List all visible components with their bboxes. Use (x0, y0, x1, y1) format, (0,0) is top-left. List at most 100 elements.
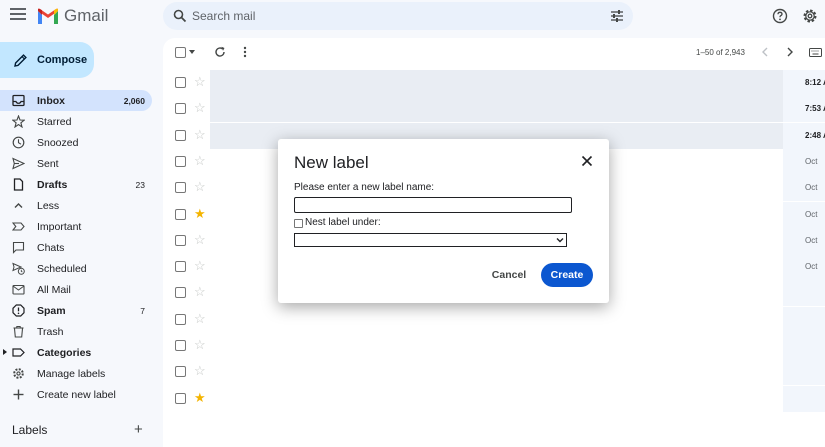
create-button[interactable]: Create (541, 263, 593, 287)
cancel-button[interactable]: Cancel (484, 263, 534, 287)
sidebar-item-sent[interactable]: Sent (0, 153, 155, 174)
sidebar-item-label: Spam (37, 304, 66, 317)
sidebar-item-label: Snoozed (37, 136, 79, 149)
table-row[interactable]: ☆ 8:12 A (163, 70, 825, 96)
row-checkbox[interactable] (175, 313, 186, 325)
star-outline-icon[interactable]: ☆ (194, 285, 206, 299)
sidebar-item-snoozed[interactable]: Snoozed (0, 132, 155, 153)
row-content[interactable] (210, 96, 783, 123)
brand-name: Gmail (64, 6, 109, 25)
row-checkbox[interactable] (175, 366, 186, 378)
row-date-area[interactable] (783, 227, 825, 254)
star-outline-icon[interactable]: ☆ (194, 311, 206, 326)
row-date-area[interactable] (783, 148, 825, 175)
row-content[interactable] (210, 333, 783, 359)
row-time: 2:48 A (805, 130, 825, 140)
search-icon[interactable] (173, 9, 187, 23)
compose-label: Compose (37, 54, 88, 66)
row-content[interactable] (210, 385, 783, 412)
row-time: Oct (805, 183, 818, 193)
add-label-plus-icon[interactable]: + (134, 422, 143, 437)
row-checkbox[interactable] (175, 234, 186, 246)
row-checkbox[interactable] (175, 208, 186, 220)
select-dropdown-icon[interactable] (189, 50, 195, 54)
select-all-checkbox[interactable] (175, 47, 186, 58)
sidebar-item-less[interactable]: Less (0, 195, 155, 216)
row-date-area[interactable] (783, 175, 825, 202)
star-filled-icon[interactable]: ★ (194, 206, 206, 221)
star-outline-icon[interactable]: ☆ (194, 75, 206, 89)
label-icon (12, 348, 25, 357)
star-outline-icon[interactable]: ☆ (194, 101, 206, 115)
sidebar-item-starred[interactable]: Starred (0, 111, 155, 132)
refresh-icon[interactable] (214, 46, 226, 58)
gmail-logo[interactable]: Gmail (37, 6, 108, 26)
row-date-area[interactable] (783, 359, 825, 386)
sidebar-item-scheduled[interactable]: Scheduled (0, 258, 155, 279)
chevron-right-icon[interactable] (786, 47, 794, 57)
search-bar[interactable] (163, 2, 633, 30)
row-checkbox[interactable] (175, 155, 186, 167)
keyboard-icon[interactable] (809, 48, 822, 57)
sidebar-item-categories[interactable]: Categories (0, 342, 155, 363)
row-checkbox[interactable] (175, 129, 186, 141)
table-row[interactable]: ☆ (163, 333, 825, 359)
sidebar-item-label: Starred (37, 115, 72, 128)
row-date-area[interactable] (783, 306, 825, 333)
row-checkbox[interactable] (175, 392, 186, 404)
table-row[interactable]: ☆ 7:53 A (163, 96, 825, 123)
star-outline-icon[interactable]: ☆ (194, 232, 206, 247)
sidebar-item-manage-labels[interactable]: Manage labels (0, 363, 155, 384)
chevron-left-icon[interactable] (761, 47, 769, 57)
parent-label-select[interactable] (294, 233, 567, 247)
star-outline-icon[interactable]: ☆ (194, 153, 206, 168)
search-input[interactable] (192, 6, 592, 26)
chevron-down-icon (556, 238, 564, 243)
row-date-area[interactable] (783, 385, 825, 412)
row-date-area[interactable] (783, 280, 825, 307)
compose-button[interactable]: Compose (0, 42, 94, 78)
row-content[interactable] (210, 70, 783, 96)
sidebar-item-label: Sent (37, 157, 59, 170)
sidebar-item-all-mail[interactable]: All Mail (0, 279, 155, 300)
row-checkbox[interactable] (175, 340, 186, 351)
expand-arrow-icon[interactable] (3, 349, 7, 355)
row-date-area[interactable] (783, 201, 825, 228)
main-menu-icon[interactable] (10, 8, 26, 22)
close-icon[interactable] (581, 155, 593, 167)
star-outline-icon[interactable]: ☆ (194, 180, 206, 194)
row-date-area[interactable] (783, 333, 825, 359)
chevron-up-icon (14, 203, 23, 208)
table-row[interactable]: ☆ (163, 306, 825, 333)
spam-count: 7 (140, 305, 145, 316)
row-date-area[interactable] (783, 254, 825, 281)
more-vert-icon[interactable] (243, 46, 247, 58)
star-outline-icon[interactable]: ☆ (194, 364, 206, 378)
table-row[interactable]: ★ (163, 385, 825, 412)
search-options-icon[interactable] (610, 9, 624, 23)
sidebar-item-important[interactable]: Important (0, 216, 155, 237)
row-checkbox[interactable] (175, 77, 186, 88)
row-content[interactable] (210, 306, 783, 333)
row-checkbox[interactable] (175, 103, 186, 115)
sidebar-item-spam[interactable]: Spam 7 (0, 300, 155, 321)
sidebar-item-inbox[interactable]: Inbox 2,060 (0, 90, 152, 111)
row-checkbox[interactable] (175, 182, 186, 194)
table-row[interactable]: ☆ (163, 359, 825, 386)
star-outline-icon[interactable]: ☆ (194, 338, 206, 352)
label-name-input[interactable] (294, 197, 572, 213)
star-outline-icon[interactable]: ☆ (194, 259, 206, 273)
row-checkbox[interactable] (175, 287, 186, 299)
settings-gear-icon[interactable] (802, 8, 818, 24)
sidebar-item-trash[interactable]: Trash (0, 321, 155, 342)
sidebar-item-create-new-label[interactable]: Create new label (0, 384, 155, 405)
sidebar-item-chats[interactable]: Chats (0, 237, 155, 258)
star-filled-icon[interactable]: ★ (194, 390, 206, 405)
star-outline-icon[interactable]: ☆ (194, 127, 206, 142)
row-checkbox[interactable] (175, 261, 186, 273)
help-icon[interactable] (772, 8, 788, 24)
sidebar-item-drafts[interactable]: Drafts 23 (0, 174, 155, 195)
row-content[interactable] (210, 359, 783, 386)
nest-label-checkbox[interactable] (294, 219, 303, 228)
spam-icon (12, 304, 25, 317)
